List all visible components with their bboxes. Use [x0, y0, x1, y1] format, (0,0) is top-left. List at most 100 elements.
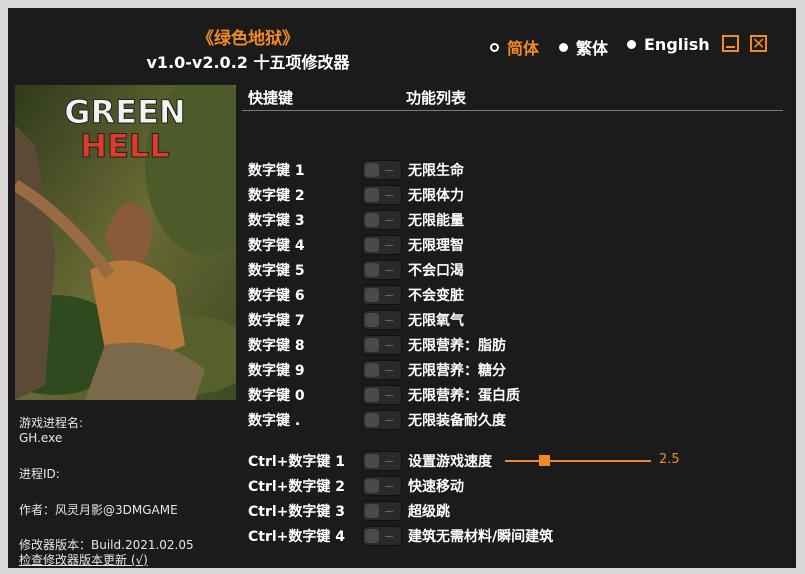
toggle-knob	[365, 288, 379, 302]
cheat-row: Ctrl+数字键 3 超级跳	[248, 500, 450, 522]
cheat-label: 无限氧气	[408, 313, 464, 329]
cheat-label: 无限能量	[408, 213, 464, 229]
cheat-label: 无限营养：蛋白质	[408, 388, 520, 404]
toggle-dash	[385, 270, 393, 271]
toggle-dash	[385, 195, 393, 196]
toggle-knob	[365, 388, 379, 402]
close-icon: ✕	[752, 34, 766, 53]
toggle-knob	[365, 238, 379, 252]
cheat-row: 数字键 8 无限营养：脂肪	[248, 334, 506, 356]
lang-label: 繁体	[576, 39, 609, 58]
toggle-knob	[365, 504, 379, 518]
hotkey-label: 数字键 1	[248, 163, 305, 179]
logo-green: GREEN	[64, 93, 185, 131]
radio-icon[interactable]	[627, 40, 636, 49]
toggle-dash	[385, 295, 393, 296]
cheat-row: 数字键 . 无限装备耐久度	[248, 409, 506, 431]
radio-icon[interactable]	[559, 42, 568, 52]
game-speed-slider[interactable]	[505, 455, 651, 466]
cheat-row: 数字键 2 无限体力	[248, 184, 464, 206]
toggle-knob	[365, 413, 379, 427]
lang-english[interactable]: English	[627, 35, 710, 54]
cheat-label: 不会口渴	[408, 263, 464, 279]
radio-selected-icon[interactable]	[490, 42, 499, 52]
cheat-label: 无限理智	[408, 238, 464, 254]
header-divider	[242, 110, 783, 111]
cheat-row: 数字键 7 无限氧气	[248, 309, 464, 331]
trainer-window: 《绿色地狱》 v1.0-v2.0.2 十五项修改器 简体 繁体 English …	[8, 8, 796, 568]
cheat-label: 无限生命	[408, 163, 464, 179]
cheat-toggle[interactable]	[362, 285, 402, 305]
cheat-row: 数字键 3 无限能量	[248, 209, 464, 231]
process-name-label: 游戏进程名:	[19, 416, 84, 430]
hotkey-label: 数字键 7	[248, 313, 305, 329]
hotkey-label: 数字键 6	[248, 288, 305, 304]
hotkey-label: 数字键 3	[248, 213, 305, 229]
hotkey-label: Ctrl+数字键 3	[248, 504, 346, 520]
cheat-row: Ctrl+数字键 2 快速移动	[248, 475, 464, 497]
cheat-label: 无限营养：糖分	[408, 363, 506, 379]
cheat-label: 无限装备耐久度	[408, 413, 506, 429]
cheat-toggle[interactable]	[362, 185, 402, 205]
hotkey-label: Ctrl+数字键 2	[248, 479, 346, 495]
process-name: GH.exe	[19, 431, 63, 445]
game-cover-image: GREEN HELL	[15, 85, 236, 400]
toggle-knob	[365, 529, 379, 543]
lang-label: 简体	[507, 39, 540, 58]
cheat-row: 数字键 9 无限营养：糖分	[248, 359, 506, 381]
hotkey-label: 数字键 0	[248, 388, 305, 404]
cheat-toggle[interactable]	[362, 235, 402, 255]
cheat-label: 超级跳	[408, 504, 450, 520]
cheat-toggle[interactable]	[362, 360, 402, 380]
cheat-toggle[interactable]	[362, 526, 402, 546]
close-button[interactable]: ✕	[750, 35, 767, 52]
toggle-dash	[385, 486, 393, 487]
toggle-knob	[365, 454, 379, 468]
cheat-row: 数字键 0 无限营养：蛋白质	[248, 384, 520, 406]
minimize-button[interactable]	[722, 35, 739, 52]
cheat-toggle[interactable]	[362, 476, 402, 496]
cheat-toggle[interactable]	[362, 210, 402, 230]
toggle-dash	[385, 220, 393, 221]
logo-hell: HELL	[80, 127, 169, 165]
toggle-dash	[385, 395, 393, 396]
cheat-toggle[interactable]	[362, 501, 402, 521]
cheat-row: Ctrl+数字键 1 设置游戏速度	[248, 450, 492, 472]
toggle-knob	[365, 363, 379, 377]
toggle-knob	[365, 338, 379, 352]
cheat-row: 数字键 6 不会变脏	[248, 284, 464, 306]
toggle-dash	[385, 370, 393, 371]
cheat-label: 无限体力	[408, 188, 464, 204]
trainer-subtitle: v1.0-v2.0.2 十五项修改器	[146, 53, 350, 72]
toggle-knob	[365, 479, 379, 493]
cheat-toggle[interactable]	[362, 335, 402, 355]
toggle-dash	[385, 170, 393, 171]
lang-simplified[interactable]: 简体	[490, 35, 539, 59]
toggle-knob	[365, 188, 379, 202]
slider-thumb[interactable]	[539, 455, 551, 466]
cheat-label: 建筑无需材料/瞬间建筑	[408, 529, 554, 545]
cheat-row: Ctrl+数字键 4 建筑无需材料/瞬间建筑	[248, 525, 553, 547]
cheat-toggle[interactable]	[362, 160, 402, 180]
hotkey-label: Ctrl+数字键 4	[248, 529, 346, 545]
hotkey-label: Ctrl+数字键 1	[248, 454, 346, 470]
hotkey-label: 数字键 9	[248, 363, 305, 379]
cheat-toggle[interactable]	[362, 451, 402, 471]
toggle-knob	[365, 213, 379, 227]
toggle-dash	[385, 345, 393, 346]
hotkey-label: 数字键 .	[248, 413, 301, 429]
cheat-label: 无限营养：脂肪	[408, 338, 506, 354]
toggle-dash	[385, 245, 393, 246]
update-link[interactable]: 检查修改器版本更新 (√)	[19, 551, 148, 568]
function-column-header: 功能列表	[406, 89, 467, 107]
cheat-toggle[interactable]	[362, 310, 402, 330]
cheat-toggle[interactable]	[362, 410, 402, 430]
process-id-label: 进程ID:	[19, 467, 60, 481]
toggle-knob	[365, 163, 379, 177]
cheat-toggle[interactable]	[362, 385, 402, 405]
hotkey-label: 数字键 5	[248, 263, 305, 279]
cheat-toggle[interactable]	[362, 260, 402, 280]
lang-traditional[interactable]: 繁体	[559, 35, 608, 59]
hotkey-label: 数字键 8	[248, 338, 305, 354]
toggle-dash	[385, 536, 393, 537]
